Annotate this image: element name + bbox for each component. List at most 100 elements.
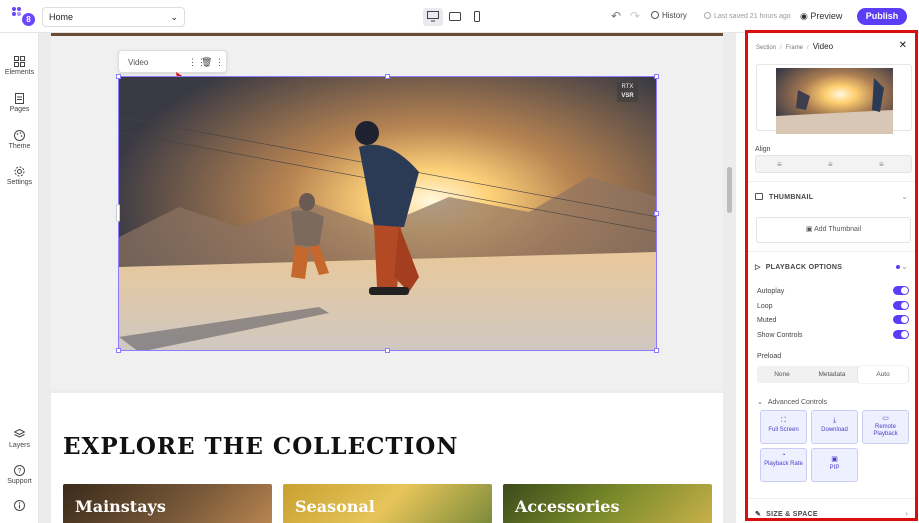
chevron-down-icon: ⌄ [170,12,178,22]
sidebar-item-pages[interactable]: Pages [0,93,39,113]
sidebar-item-label: Support [7,478,32,485]
resize-handle[interactable] [385,348,390,353]
control-label: Playback Rate [764,461,803,467]
resize-handle[interactable] [116,74,121,79]
page-selector[interactable]: Home ⌄ [42,7,185,27]
toggle-row-autoplay: Autoplay [757,286,909,296]
redo-icon[interactable]: ↷ [630,9,640,23]
desktop-view-button[interactable] [423,8,443,26]
tablet-view-button[interactable] [445,8,465,26]
card-title: Accessories [515,497,620,516]
logo-badge: 8 [22,13,35,26]
history-button[interactable]: History [651,11,687,20]
full-screen-control[interactable]: ⛶ Full Screen [760,410,807,444]
more-options-icon[interactable]: ⋮ [215,57,224,68]
video-thumbnail-preview [756,64,912,134]
collection-section: EXPLORE THE COLLECTION Mainstays Seasona… [51,393,723,523]
control-label: Remote Playback [873,424,898,437]
tablet-icon [449,12,461,21]
thumbnail-section-header[interactable]: THUMBNAIL [755,193,813,201]
top-bar: 8 Home ⌄ ↶ ↷ History Last saved 21 hours… [0,0,919,33]
preload-option-auto[interactable]: Auto [858,366,908,383]
element-toolbar-label: Video [128,58,149,67]
info-icon [14,500,25,511]
page-selector-value: Home [49,12,74,22]
mobile-icon [474,11,480,22]
pip-control[interactable]: ▣ PIP [811,448,858,482]
side-resize-handle[interactable] [116,204,120,222]
playback-section-header[interactable]: ▷ PLAYBACK OPTIONS [755,263,842,271]
chevron-down-icon[interactable]: ⌄ [901,262,908,271]
breadcrumb-section[interactable]: Section [756,45,776,51]
add-thumbnail-button[interactable]: ▣ Add Thumbnail [756,217,911,243]
breadcrumb-current: Video [812,42,834,51]
editor-canvas[interactable]: Video ⋮⋮ 🗑 ⋮ RTX VSR EXPLORE THE COLLECT… [39,33,736,523]
download-control[interactable]: ⤓ Download [811,410,858,444]
advanced-controls-label: Advanced Controls [767,399,828,406]
publish-button[interactable]: Publish [857,8,907,25]
sidebar-item-layers[interactable]: Layers [0,429,39,449]
align-right-icon[interactable]: ≡ [879,160,884,169]
download-icon: ⤓ [832,417,837,424]
cast-icon: ▭ [882,415,889,422]
last-saved-text: Last saved 21 hours ago [714,13,791,20]
control-label: PIP [829,465,840,471]
trash-icon[interactable]: 🗑 [201,57,212,68]
advanced-controls-toggle[interactable]: ⌄ Advanced Controls [757,398,827,406]
autoplay-toggle[interactable] [893,286,909,295]
collection-card[interactable]: Accessories [503,484,712,523]
sidebar-item-label: Settings [6,179,33,186]
badge-line-2: VSR [621,93,634,99]
playback-rate-control[interactable]: ◔ Playback Rate [760,448,807,482]
add-thumbnail-label: Add Thumbnail [814,226,862,233]
sidebar-item-label: Theme [8,143,31,150]
image-add-icon: ▣ [805,226,813,233]
remote-playback-control[interactable]: ▭ Remote Playback [862,410,909,444]
collection-card[interactable]: Seasonal [283,484,492,523]
sidebar-item-support[interactable]: ? Support [0,465,39,485]
playback-heading: PLAYBACK OPTIONS [765,264,843,271]
preload-label: Preload [757,353,782,360]
sidebar-item-info[interactable] [0,500,39,513]
desktop-icon [427,11,439,22]
sidebar-item-settings[interactable]: Settings [0,166,39,186]
chevron-down-icon[interactable]: ⌄ [901,192,908,201]
resize-handle[interactable] [654,211,659,216]
preload-option-metadata[interactable]: Metadata [807,366,857,383]
undo-icon[interactable]: ↶ [611,9,621,23]
preview-label: Preview [810,11,843,21]
breadcrumb: Section / Frame / Video [756,42,834,51]
resize-handle[interactable] [385,74,390,79]
resize-handle[interactable] [654,74,659,79]
canvas-scrollbar[interactable] [727,167,732,213]
edit-icon: ✎ [755,511,762,518]
preload-option-none[interactable]: None [757,366,807,383]
resize-handle[interactable] [654,348,659,353]
chevron-right-icon[interactable]: › [905,509,908,518]
svg-text:?: ? [18,468,22,475]
page-icon [15,93,24,104]
history-label: History [662,11,687,20]
align-center-icon[interactable]: ≡ [828,160,833,169]
sidebar-item-theme[interactable]: Theme [0,130,39,150]
app-logo[interactable]: 8 [12,7,35,27]
sidebar-item-elements[interactable]: Elements [0,56,39,76]
mobile-view-button[interactable] [467,8,487,26]
eye-icon: ◉ [800,11,808,21]
resize-handle[interactable] [116,348,121,353]
modified-indicator [896,265,900,269]
show-controls-toggle[interactable] [893,330,909,339]
close-icon[interactable]: ✕ [899,40,907,51]
video-element[interactable]: RTX VSR [118,76,657,351]
preview-button[interactable]: ◉ Preview [800,11,842,22]
collection-card[interactable]: Mainstays [63,484,272,523]
loop-toggle[interactable] [893,301,909,310]
align-left-icon[interactable]: ≡ [777,160,782,169]
size-space-section-header[interactable]: ✎ SIZE & SPACE [755,510,818,518]
sidebar-item-label: Pages [9,106,30,113]
breadcrumb-frame[interactable]: Frame [786,45,803,51]
toggle-label: Loop [757,303,773,310]
card-title: Seasonal [295,497,375,516]
muted-toggle[interactable] [893,315,909,324]
help-icon: ? [14,465,25,476]
